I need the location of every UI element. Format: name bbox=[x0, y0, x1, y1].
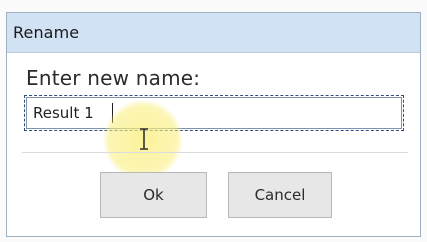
button-separator bbox=[22, 152, 408, 153]
ok-button[interactable]: Ok bbox=[100, 172, 207, 218]
name-input[interactable] bbox=[24, 95, 404, 131]
text-caret bbox=[112, 103, 113, 123]
dialog-title: Rename bbox=[13, 23, 80, 42]
dialog-titlebar[interactable]: Rename bbox=[7, 13, 420, 53]
name-prompt-label: Enter new name: bbox=[26, 66, 201, 90]
cancel-button[interactable]: Cancel bbox=[228, 172, 332, 218]
text-cursor-icon bbox=[140, 128, 148, 150]
